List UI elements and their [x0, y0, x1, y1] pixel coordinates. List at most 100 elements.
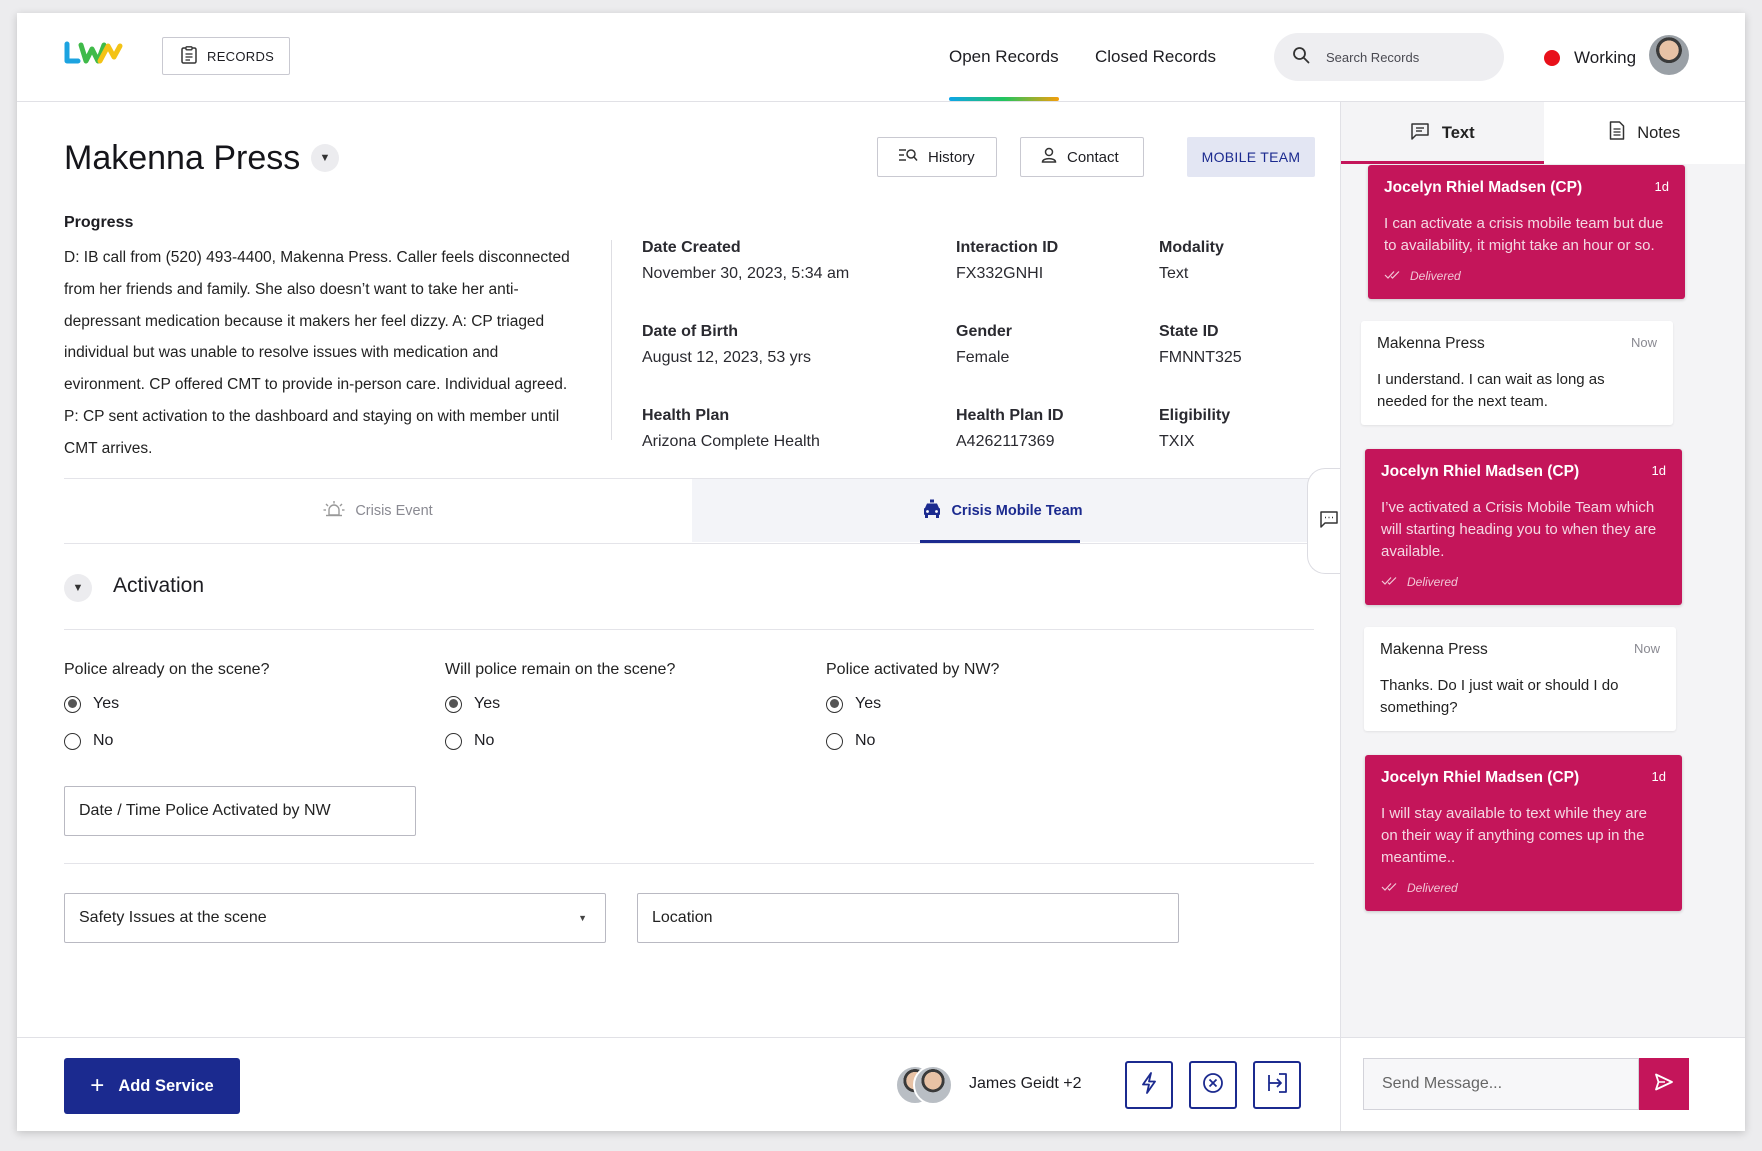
search-input[interactable] — [1324, 48, 1488, 66]
field-eligibility: Eligibility TXIX — [1159, 407, 1231, 450]
records-button[interactable]: RECORDS — [162, 37, 290, 75]
plus-icon: + — [90, 1072, 105, 1099]
message-bubble-outgoing[interactable]: Jocelyn Rhiel Madsen (CP) 1d I’ve activa… — [1365, 449, 1682, 605]
radio-police-activated-no[interactable]: No — [826, 732, 875, 750]
message-input-wrapper — [1363, 1058, 1639, 1110]
exit-icon — [1266, 1072, 1288, 1099]
datetime-police-activated-field[interactable]: Date / Time Police Activated by NW — [64, 786, 416, 836]
top-header: RECORDS Open Records Closed Records Work… — [17, 13, 1745, 102]
status-indicator — [1544, 50, 1560, 66]
chat-icon — [1319, 510, 1339, 533]
name-dropdown-button[interactable]: ▼ — [311, 144, 339, 172]
nav-active-indicator — [949, 97, 1059, 101]
transfer-button[interactable] — [1253, 1061, 1301, 1109]
document-icon — [1609, 121, 1625, 145]
message-bubble-outgoing[interactable]: Jocelyn Rhiel Madsen (CP) 1d I can activ… — [1368, 165, 1685, 299]
radio-selected-icon — [445, 695, 462, 713]
radio-unselected-icon — [826, 732, 843, 750]
person-icon — [1041, 147, 1057, 167]
caret-down-icon: ▼ — [72, 582, 84, 594]
double-check-icon — [1384, 269, 1402, 283]
add-service-button[interactable]: + Add Service — [64, 1058, 240, 1114]
question-police-on-scene: Police already on the scene? — [64, 661, 270, 678]
app-window: RECORDS Open Records Closed Records Work… — [17, 13, 1745, 1131]
user-avatar[interactable] — [1649, 35, 1689, 75]
send-button[interactable] — [1639, 1058, 1689, 1110]
clipboard-icon — [181, 45, 197, 67]
field-date-of-birth: Date of Birth August 12, 2023, 53 yrs — [642, 323, 811, 366]
radio-police-on-scene-no[interactable]: No — [64, 732, 113, 750]
cancel-button[interactable] — [1189, 1061, 1237, 1109]
tab-crisis-event[interactable]: Crisis Event — [64, 479, 692, 542]
info-divider — [611, 240, 612, 440]
double-check-icon — [1381, 575, 1399, 589]
vehicle-icon — [923, 499, 941, 523]
records-label: RECORDS — [207, 48, 275, 64]
message-input[interactable] — [1380, 1074, 1624, 1094]
bottom-action-bar: + Add Service James Geidt +2 — [17, 1037, 1340, 1131]
team-name: James Geidt +2 — [969, 1075, 1082, 1092]
message-icon — [1410, 122, 1430, 145]
tab-text[interactable]: Text — [1341, 102, 1544, 164]
status-label[interactable]: Working — [1574, 48, 1636, 68]
message-bubble-incoming[interactable]: Makenna Press Now Thanks. Do I just wait… — [1364, 627, 1676, 731]
double-check-icon — [1381, 881, 1399, 895]
radio-selected-icon — [64, 695, 81, 713]
radio-police-on-scene-yes[interactable]: Yes — [64, 695, 119, 713]
delivery-status: Delivered — [1384, 269, 1669, 283]
avatar — [913, 1065, 953, 1105]
history-label: History — [928, 148, 975, 166]
message-composer — [1341, 1037, 1745, 1131]
search-icon — [1292, 46, 1310, 69]
progress-heading: Progress — [64, 214, 134, 231]
caret-down-icon: ▼ — [319, 152, 331, 164]
messaging-panel: Text Notes Jocelyn Rhiel Madsen (CP) 1d … — [1340, 102, 1745, 1131]
field-health-plan: Health Plan Arizona Complete Health — [642, 407, 820, 450]
progress-notes: D: IB call from (520) 493-4400, Makenna … — [64, 249, 570, 457]
contact-label: Contact — [1067, 148, 1119, 166]
caret-down-icon: ▼ — [578, 913, 587, 923]
message-bubble-outgoing[interactable]: Jocelyn Rhiel Madsen (CP) 1d I will stay… — [1365, 755, 1682, 911]
field-date-created: Date Created November 30, 2023, 5:34 am — [642, 239, 850, 282]
field-health-plan-id: Health Plan ID A4262117369 — [956, 407, 1064, 450]
location-field[interactable]: Location — [637, 893, 1179, 943]
divider — [64, 629, 1314, 630]
question-police-activated: Police activated by NW? — [826, 661, 1000, 678]
message-bubble-incoming[interactable]: Makenna Press Now I understand. I can wa… — [1361, 321, 1673, 425]
nav-tab-closed-records[interactable]: Closed Records — [1095, 47, 1216, 67]
activation-heading: Activation — [113, 574, 205, 597]
tab-crisis-mobile-team[interactable]: Crisis Mobile Team — [692, 479, 1314, 542]
radio-selected-icon — [826, 695, 843, 713]
radio-police-remain-yes[interactable]: Yes — [445, 695, 500, 713]
field-state-id: State ID FMNNT325 — [1159, 323, 1242, 366]
safety-issues-select[interactable]: Safety Issues at the scene ▼ — [64, 893, 606, 943]
alert-light-icon — [323, 500, 345, 522]
contact-button[interactable]: Contact — [1020, 137, 1144, 177]
divider — [64, 543, 1314, 544]
history-icon — [898, 148, 918, 166]
send-icon — [1654, 1073, 1674, 1096]
brand-logo[interactable] — [64, 41, 124, 70]
delivery-status: Delivered — [1381, 575, 1666, 589]
delivery-status: Delivered — [1381, 881, 1666, 895]
radio-police-activated-yes[interactable]: Yes — [826, 695, 881, 713]
tab-notes[interactable]: Notes — [1544, 102, 1746, 164]
radio-police-remain-no[interactable]: No — [445, 732, 494, 750]
field-modality: Modality Text — [1159, 239, 1224, 282]
page-title: Makenna Press — [64, 139, 301, 177]
quick-action-button[interactable] — [1125, 1061, 1173, 1109]
question-police-remain: Will police remain on the scene? — [445, 661, 676, 678]
activation-collapse-button[interactable]: ▼ — [64, 574, 92, 602]
search-bar — [1274, 33, 1504, 81]
team-avatars[interactable] — [895, 1065, 955, 1105]
mobile-team-badge[interactable]: MOBILE TEAM — [1187, 137, 1315, 177]
radio-unselected-icon — [445, 732, 462, 750]
field-gender: Gender Female — [956, 323, 1013, 366]
panel-tabs: Text Notes — [1341, 102, 1745, 164]
nav-tab-open-records[interactable]: Open Records — [949, 47, 1059, 67]
record-main: Makenna Press ▼ History Contact MOBILE T… — [17, 102, 1349, 1037]
history-button[interactable]: History — [877, 137, 997, 177]
divider — [64, 863, 1314, 864]
field-interaction-id: Interaction ID FX332GNHI — [956, 239, 1059, 282]
radio-unselected-icon — [64, 732, 81, 750]
